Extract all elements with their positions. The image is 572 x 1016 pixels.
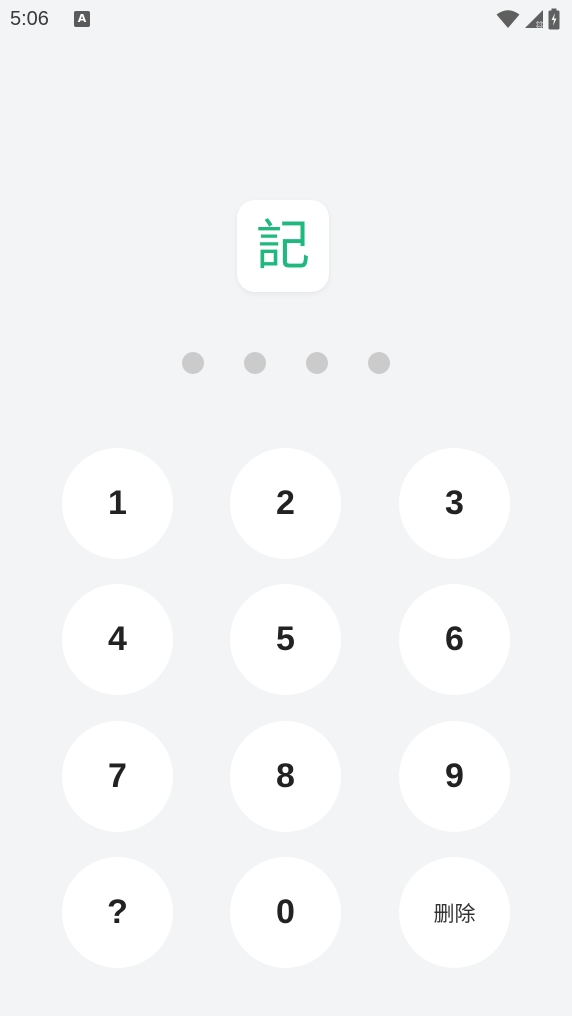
key-label: 删除 [433,901,476,926]
key-1[interactable]: 1 [62,448,173,559]
key-label: 7 [108,757,127,795]
battery-charging-icon [548,8,560,30]
status-bar: 5:06 A [0,0,572,40]
key-label: 8 [276,757,295,795]
status-time: 5:06 [10,8,49,30]
key-8[interactable]: 8 [230,721,341,832]
key-0[interactable]: 0 [230,857,341,968]
notification-app-icon: A [74,11,90,27]
key-9[interactable]: 9 [399,721,510,832]
keypad: 1 2 3 4 5 6 7 8 9 ? 0 删除 [0,0,572,1016]
app-logo: 記 [237,200,329,292]
key-5[interactable]: 5 [230,584,341,695]
key-label: ? [107,893,128,931]
status-icons [496,8,560,30]
key-label: 2 [276,484,295,522]
key-label: 4 [108,620,127,658]
key-7[interactable]: 7 [62,721,173,832]
key-label: 1 [108,484,127,522]
key-label: 0 [276,893,295,931]
help-key[interactable]: ? [62,857,173,968]
pin-dot [182,352,204,374]
pin-dot [306,352,328,374]
key-label: 5 [276,620,295,658]
pin-indicator [182,352,390,374]
key-3[interactable]: 3 [399,448,510,559]
pin-dot [244,352,266,374]
logo-character: 記 [256,214,310,277]
key-label: 3 [445,484,464,522]
key-4[interactable]: 4 [62,584,173,695]
key-6[interactable]: 6 [399,584,510,695]
key-2[interactable]: 2 [230,448,341,559]
key-label: 6 [445,620,464,658]
key-label: 9 [445,757,464,795]
pin-dot [368,352,390,374]
wifi-icon [496,10,520,28]
cellular-signal-icon [525,10,543,28]
delete-key[interactable]: 删除 [399,857,510,968]
